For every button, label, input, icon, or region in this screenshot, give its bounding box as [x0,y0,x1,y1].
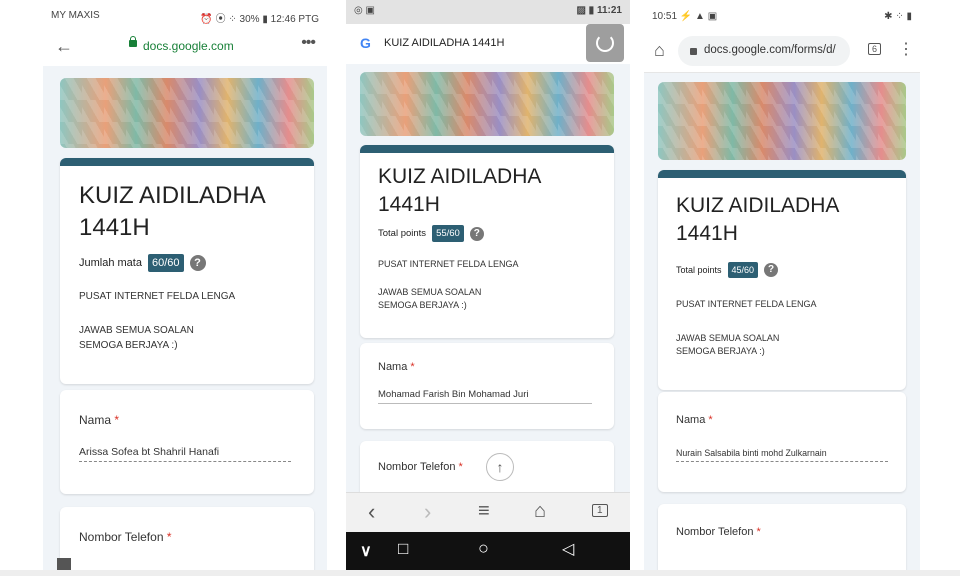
form-title: KUIZ AIDILADHA 1441H [378,165,542,216]
phone-screenshot-1: MY MAXIS ⏰ ⦿ ⁘ 30% ▮ 12:46 PTG ← docs.go… [43,0,327,570]
points-badge: 45/60 [727,262,759,278]
system-back-icon[interactable]: ◁ [562,539,574,559]
form-title-card: KUIZ AIDILADHA 1441H Total points 45/60 … [658,170,906,390]
refresh-icon [596,34,614,52]
status-icons-right: ✱ ⁘ ▮ [884,11,912,22]
home-button-icon[interactable]: ○ [478,538,489,559]
question-card-name: Nama * Arissa Sofea bt Shahril Hanafi [60,390,314,494]
form-title-card: KUIZ AIDILADHA 1441H Jumlah mata 60/60 ?… [60,158,314,384]
required-asterisk: * [458,461,463,473]
lock-icon [690,48,697,55]
browser-tabs-icon[interactable]: 1 [592,504,608,517]
question-label: Nombor Telefon * [378,461,463,473]
required-asterisk: * [410,361,415,373]
question-label-text: Nombor Telefon [378,461,456,473]
page-background-strip [0,570,960,576]
name-answer-field[interactable]: Nurain Salsabila binti mohd Zulkarnain [676,448,888,462]
points-label: Total points [378,228,427,239]
form-organization: PUSAT INTERNET FELDA LENGA [79,291,236,302]
system-nav-bar: ∨ □ ○ ◁ [346,532,630,570]
browser-nav-bar: ‹ › ≡ ⌂ 1 [346,492,630,533]
points-badge: 60/60 [147,254,184,272]
question-label-text: Nama [79,413,112,427]
points-label: Jumlah mata [79,257,142,269]
form-instructions: JAWAB SEMUA SOALAN SEMOGA BERJAYA :) [79,325,194,351]
question-card-phone: Nombor Telefon * [60,507,314,570]
points-row: Jumlah mata 60/60 ? [79,254,206,272]
address-bar: ← docs.google.com ••• [43,30,327,66]
browser-forward-icon[interactable]: › [424,499,431,525]
help-icon[interactable]: ? [469,226,484,241]
address-bar: ⌂ docs.google.com/forms/d/ 6 ⋮ [644,32,920,73]
carrier-label: MY MAXIS [51,10,100,21]
status-icons-left: ◎ ▣ [354,5,375,16]
tab-count-icon[interactable]: 6 [868,43,882,55]
form-organization: PUSAT INTERNET FELDA LENGA [378,259,519,269]
question-label-text: Nama [676,414,706,426]
url-field[interactable]: docs.google.com/forms/d/ [678,36,850,66]
more-vertical-icon[interactable]: ⋮ [898,39,914,59]
points-badge: 55/60 [432,225,464,242]
page-title-bar[interactable]: KUIZ AIDILADHA 1441H [384,37,504,49]
collapse-icon[interactable]: ∨ [360,541,372,561]
status-bar: MY MAXIS ⏰ ⦿ ⁘ 30% ▮ 12:46 PTG [43,0,327,30]
form-instructions: JAWAB SEMUA SOALAN SEMOGA BERJAYA :) [378,287,482,311]
help-icon[interactable]: ? [764,263,779,277]
recents-icon[interactable]: □ [398,539,408,559]
more-dots-icon[interactable]: ••• [301,34,316,52]
status-icons-right: ▨ ▮ 11:21 [576,5,622,16]
question-card-phone: Nombor Telefon * [658,504,906,570]
name-answer-field[interactable]: Mohamad Farish Bin Mohamad Juri [378,389,592,404]
question-label: Nama * [79,413,119,427]
google-g-icon: G [360,35,371,51]
question-label-text: Nombor Telefon [79,530,164,544]
browser-menu-icon[interactable]: ≡ [478,500,490,523]
question-label: Nombor Telefon * [79,530,172,544]
required-asterisk: * [756,526,761,538]
lock-shackle-icon [130,36,136,41]
status-icons: ⏰ ⦿ ⁘ 30% ▮ 12:46 PTG [200,14,319,25]
form-header-banner [60,78,314,148]
question-label: Nama * [378,361,415,373]
form-header-banner [658,82,906,160]
corner-marker [57,558,71,570]
question-label: Nama * [676,414,713,426]
points-row: Total points 55/60 ? [378,225,484,242]
question-label: Nombor Telefon * [676,526,761,538]
home-icon[interactable]: ⌂ [654,40,665,61]
scroll-to-top-button[interactable]: ↑ [486,453,514,481]
form-header-banner [360,72,614,136]
points-label: Total points [676,265,722,275]
name-answer-field[interactable]: Arissa Sofea bt Shahril Hanafi [79,446,291,462]
question-label-text: Nama [378,361,408,373]
arrow-up-icon: ↑ [496,459,504,475]
status-bar: ◎ ▣ ▨ ▮ 11:21 [346,0,630,24]
form-organization: PUSAT INTERNET FELDA LENGA [676,299,817,309]
required-asterisk: * [708,414,713,426]
refresh-button[interactable] [586,24,624,62]
form-title: KUIZ AIDILADHA 1441H [676,194,840,245]
browser-back-icon[interactable]: ‹ [368,499,375,525]
status-icons-left: 10:51 ⚡ ▲ ▣ [652,11,718,22]
question-card-name: Nama * Nurain Salsabila binti mohd Zulka… [658,392,906,492]
url-text: docs.google.com/forms/d/ [704,44,836,56]
form-instructions: JAWAB SEMUA SOALAN SEMOGA BERJAYA :) [676,333,780,357]
question-card-name: Nama * Mohamad Farish Bin Mohamad Juri [360,343,614,429]
browser-home-icon[interactable]: ⌂ [534,500,546,523]
phone-screenshot-2: ◎ ▣ ▨ ▮ 11:21 G KUIZ AIDILADHA 1441H KUI… [346,0,630,570]
status-bar: 10:51 ⚡ ▲ ▣ ✱ ⁘ ▮ [644,0,920,32]
question-label-text: Nombor Telefon [676,526,754,538]
phone-screenshot-3: 10:51 ⚡ ▲ ▣ ✱ ⁘ ▮ ⌂ docs.google.com/form… [644,0,920,570]
required-asterisk: * [114,413,120,427]
form-title: KUIZ AIDILADHA 1441H [79,182,266,241]
points-row: Total points 45/60 ? [676,262,779,278]
arrow-left-icon[interactable]: ← [55,36,73,57]
address-bar: G KUIZ AIDILADHA 1441H [346,24,630,64]
lock-icon [129,40,137,47]
form-title-card: KUIZ AIDILADHA 1441H Total points 55/60 … [360,145,614,338]
url-text[interactable]: docs.google.com [143,39,234,53]
required-asterisk: * [166,530,172,544]
help-icon[interactable]: ? [189,255,206,271]
